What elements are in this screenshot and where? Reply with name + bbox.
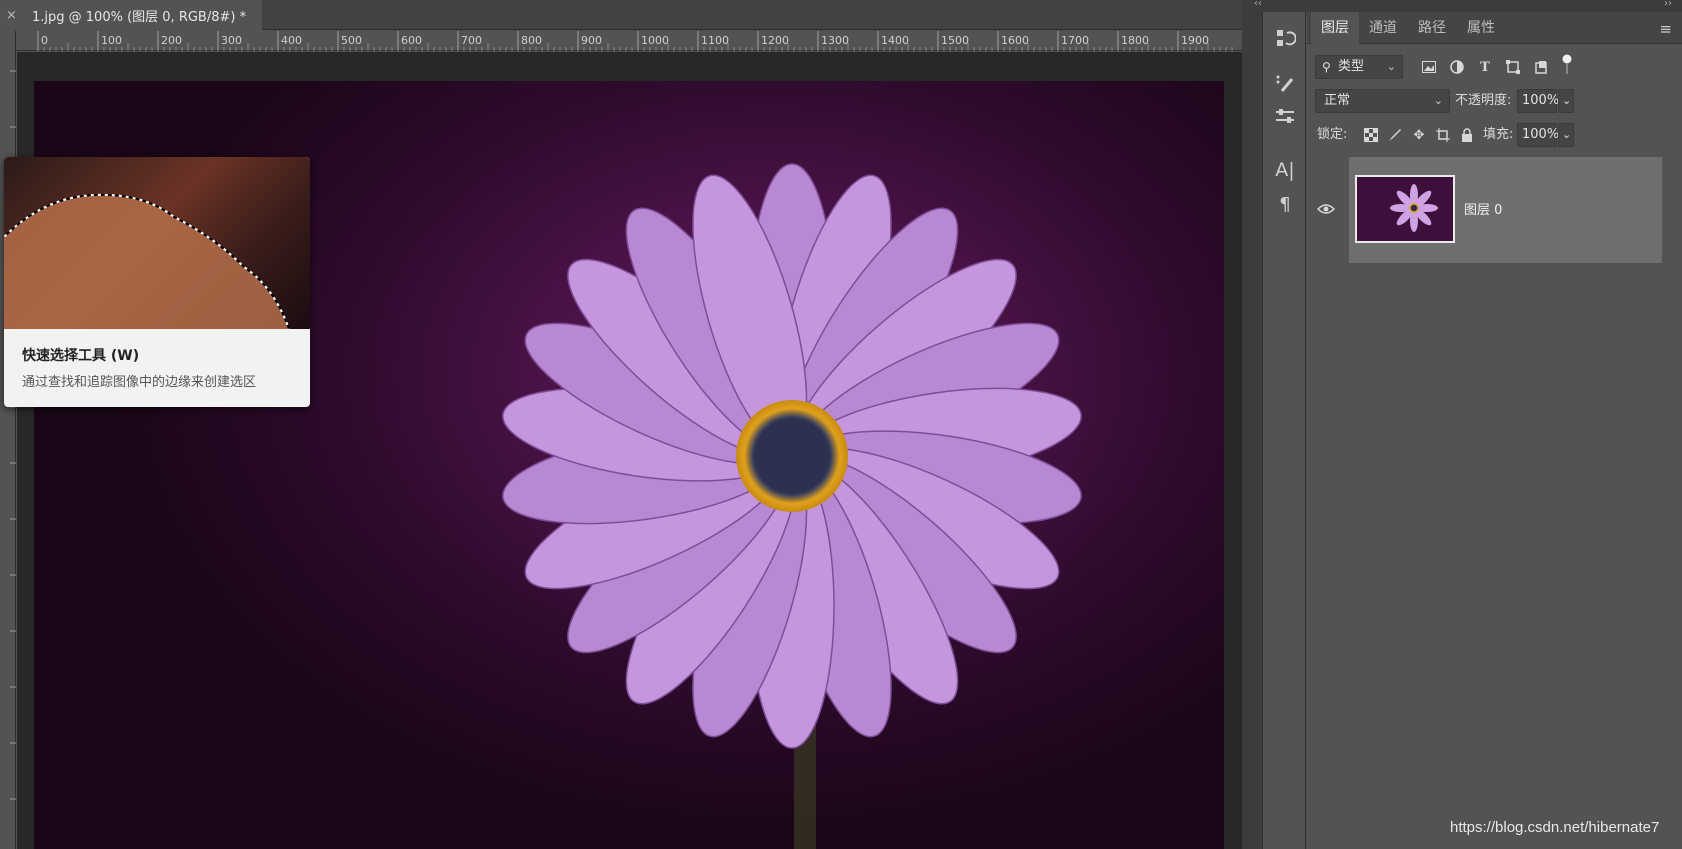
filter-shape-icon[interactable]	[1503, 57, 1523, 77]
tooltip-preview-image	[4, 157, 310, 330]
collapse-left-icon[interactable]: ‹‹	[1254, 0, 1262, 9]
filter-smart-object-icon[interactable]	[1531, 57, 1551, 77]
panel-dock-gap	[1242, 12, 1262, 849]
filter-pixel-icon[interactable]	[1419, 57, 1439, 77]
blend-mode-value: 正常	[1324, 93, 1351, 108]
lock-label: 锁定:	[1317, 127, 1348, 142]
watermark-text: https://blog.csdn.net/hibernate7	[1450, 819, 1660, 836]
fill-dropdown-button[interactable]: ⌄	[1558, 123, 1574, 147]
fill-label: 填充:	[1483, 127, 1514, 142]
lock-fill-row: 锁定: ✥ 填充: 100% ⌄	[1307, 123, 1682, 153]
document-tab[interactable]: × 1.jpg @ 100% (图层 0, RGB/8#) *	[0, 0, 262, 30]
chevron-down-icon: ⌄	[1562, 128, 1572, 141]
ruler-tick-label: 1400	[881, 34, 909, 47]
layer-filter-label: 类型	[1338, 59, 1365, 74]
paragraph-icon[interactable]: ¶	[1273, 192, 1297, 216]
ruler-tick-label: 600	[401, 34, 422, 47]
fill-input[interactable]: 100%	[1517, 123, 1559, 147]
search-icon: ⚲	[1322, 60, 1331, 74]
filter-type-icon[interactable]: T	[1475, 57, 1495, 77]
collapse-right-icon[interactable]: ››	[1664, 0, 1672, 9]
panel-icon-strip: A| ¶	[1262, 12, 1306, 849]
blend-opacity-row: 正常 ⌄ 不透明度: 100% ⌄	[1307, 89, 1682, 119]
lock-position-icon[interactable]: ✥	[1409, 125, 1429, 145]
ruler-tick-label: 200	[161, 34, 182, 47]
ruler-tick-label: 1800	[1121, 34, 1149, 47]
vertical-ruler[interactable]	[0, 31, 16, 849]
tab-properties[interactable]: 属性	[1457, 12, 1505, 44]
filter-toggle-icon[interactable]	[1557, 54, 1577, 75]
panel-tab-bar: 图层 通道 路径 属性 ≡	[1307, 12, 1682, 44]
ruler-tick-label: 0	[41, 34, 48, 47]
opacity-dropdown-button[interactable]: ⌄	[1558, 89, 1574, 113]
panel-collapse-bar[interactable]: ‹‹ ››	[1242, 0, 1682, 12]
ruler-tick-label: 1300	[821, 34, 849, 47]
tooltip-title: 快速选择工具 (W)	[22, 348, 140, 364]
lock-image-pixels-icon[interactable]	[1385, 125, 1405, 145]
tab-layers[interactable]: 图层	[1311, 12, 1359, 44]
document-tab-title: 1.jpg @ 100% (图层 0, RGB/8#) *	[32, 9, 247, 25]
ruler-tick-label: 1900	[1181, 34, 1209, 47]
history-brush-icon[interactable]	[1273, 26, 1297, 50]
layer-filter-select[interactable]: ⚲ 类型 ⌄	[1315, 55, 1403, 79]
lock-all-icon[interactable]	[1457, 125, 1477, 145]
ruler-tick-label: 900	[581, 34, 602, 47]
lock-artboard-icon[interactable]	[1433, 125, 1453, 145]
horizontal-ruler[interactable]: 0 100 200 300 400 500 600 700 800 900 1000 1100 1200…	[16, 31, 1242, 51]
chevron-down-icon: ⌄	[1386, 60, 1396, 73]
ruler-tick-label: 1700	[1061, 34, 1089, 47]
character-icon[interactable]: A|	[1273, 158, 1297, 182]
close-tab-icon[interactable]: ×	[6, 8, 20, 23]
blend-mode-select[interactable]: 正常 ⌄	[1315, 89, 1450, 113]
ruler-tick-label: 300	[221, 34, 242, 47]
panel-menu-icon[interactable]: ≡	[1659, 20, 1672, 38]
photoshop-window: × 1.jpg @ 100% (图层 0, RGB/8#) * 0 100 200 3…	[0, 0, 1682, 849]
layers-panel: 图层 通道 路径 属性 ≡ ⚲ 类型 ⌄ T 正常 ⌄ 不透明度: 100% ⌄…	[1307, 12, 1682, 849]
layer-row[interactable]: 图层 0	[1349, 157, 1662, 263]
document-tab-bar: × 1.jpg @ 100% (图层 0, RGB/8#) *	[0, 0, 1242, 30]
ruler-tick-label: 700	[461, 34, 482, 47]
ruler-tick-label: 400	[281, 34, 302, 47]
tab-channels[interactable]: 通道	[1359, 12, 1407, 44]
ruler-tick-label: 800	[521, 34, 542, 47]
brush-presets-icon[interactable]	[1273, 72, 1297, 96]
layer-name[interactable]: 图层 0	[1464, 199, 1502, 218]
layer-visibility-eye-icon[interactable]	[1313, 199, 1339, 219]
ruler-tick-label: 1000	[641, 34, 669, 47]
ruler-tick-label: 1600	[1001, 34, 1029, 47]
ruler-tick-label: 500	[341, 34, 362, 47]
ruler-tick-label: 1100	[701, 34, 729, 47]
filter-adjustment-icon[interactable]	[1447, 57, 1467, 77]
chevron-down-icon: ⌄	[1562, 94, 1572, 107]
quick-selection-tooltip: 快速选择工具 (W) 通过查找和追踪图像中的边缘来创建选区	[4, 157, 310, 407]
lock-transparent-pixels-icon[interactable]	[1361, 125, 1381, 145]
layer-filter-row: ⚲ 类型 ⌄ T	[1307, 54, 1682, 85]
layer-thumbnail	[1355, 175, 1455, 243]
chevron-down-icon: ⌄	[1433, 94, 1443, 107]
ruler-tick-label: 1200	[761, 34, 789, 47]
adjustments-icon[interactable]	[1273, 104, 1297, 128]
opacity-label: 不透明度:	[1455, 93, 1512, 108]
opacity-input[interactable]: 100%	[1517, 89, 1559, 113]
ruler-tick-label: 100	[101, 34, 122, 47]
tooltip-description: 通过查找和追踪图像中的边缘来创建选区	[22, 375, 257, 390]
ruler-tick-label: 1500	[941, 34, 969, 47]
tab-paths[interactable]: 路径	[1408, 12, 1456, 44]
